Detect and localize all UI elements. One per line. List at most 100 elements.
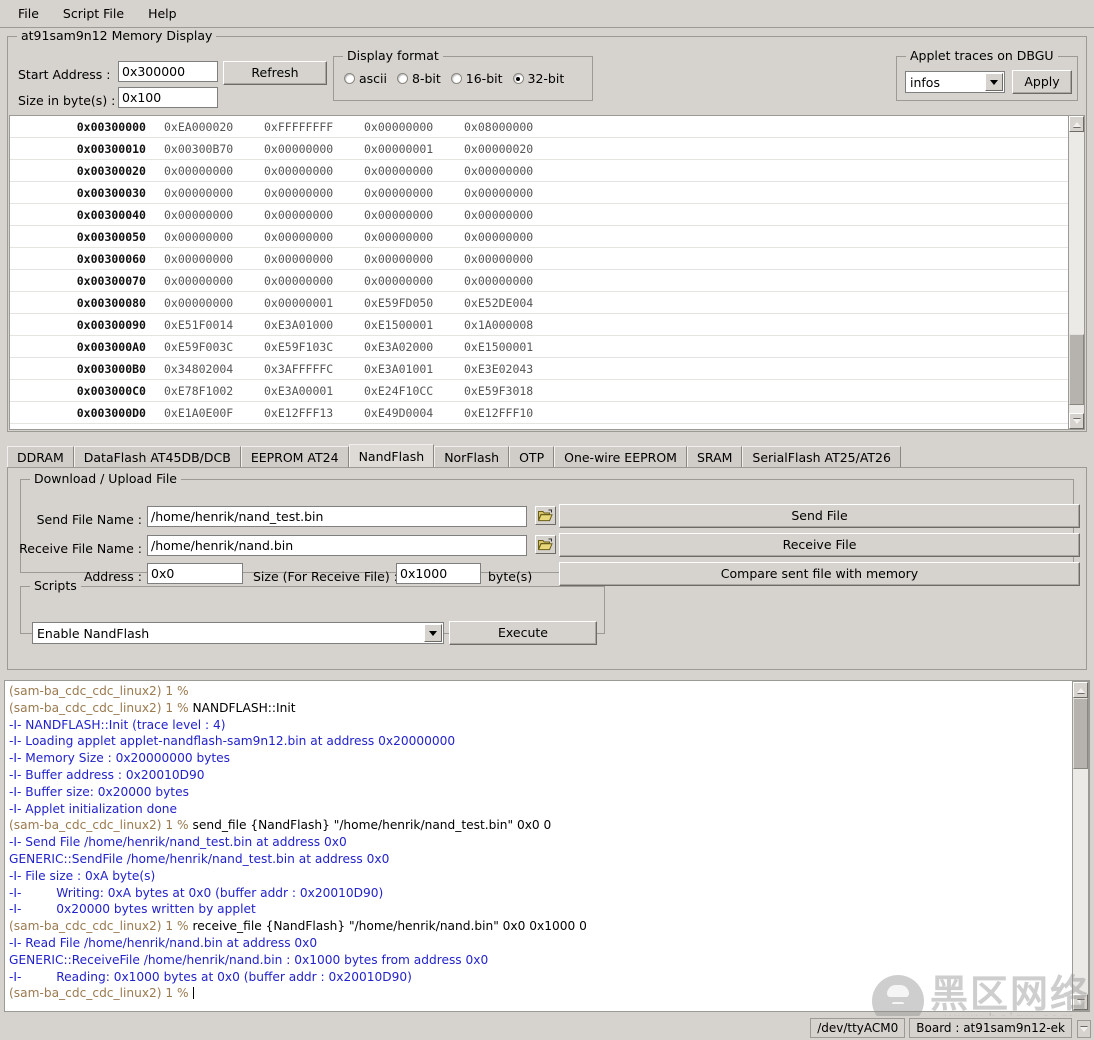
memory-cell: 0x00000001 <box>364 141 434 156</box>
start-address-input[interactable] <box>118 61 218 82</box>
radio-ascii[interactable]: ascii <box>340 71 391 86</box>
tab-dataflash-at45db-dcb[interactable]: DataFlash AT45DB/DCB <box>73 446 241 468</box>
execute-button[interactable]: Execute <box>449 621 597 645</box>
scroll-down-icon[interactable] <box>1073 994 1088 1010</box>
scroll-up-icon[interactable] <box>1069 116 1084 132</box>
chevron-down-icon[interactable] <box>424 624 442 642</box>
memory-table: 0x00300000 0xEA000020 0xFFFFFFFF 0x00000000… <box>9 115 1068 430</box>
memory-cell: 0x00000000 <box>364 119 434 134</box>
address-input[interactable] <box>147 563 243 584</box>
chevron-down-icon[interactable] <box>985 73 1003 91</box>
browse-receive-file-icon[interactable] <box>535 535 556 554</box>
size-input[interactable] <box>118 87 218 108</box>
memory-cell: 0x00000000 <box>164 163 234 178</box>
memory-cell: 0x00000000 <box>264 185 334 200</box>
receive-file-input[interactable] <box>147 535 527 556</box>
console-line: (sam-ba_cdc_cdc_linux2) 1 % NANDFLASH::I… <box>9 700 1068 717</box>
status-bar: /dev/ttyACM0 Board : at91sam9n12-ek <box>0 1016 1094 1040</box>
tab-nandflash[interactable]: NandFlash <box>348 444 435 468</box>
memory-cell: 0xE3A01000 <box>264 317 334 332</box>
memory-table-row: 0x00300080 0x00000000 0x00000001 0xE59FD050… <box>10 292 1068 314</box>
tab-ddram[interactable]: DDRAM <box>7 446 74 468</box>
radio-8bit[interactable]: 8-bit <box>393 71 445 86</box>
memory-cell: 0x00000000 <box>264 163 334 178</box>
tab-one-wire-eeprom[interactable]: One-wire EEPROM <box>554 446 687 468</box>
menu-help[interactable]: Help <box>138 2 187 25</box>
memory-table-row: 0x00300030 0x00000000 0x00000000 0x00000000… <box>10 182 1068 204</box>
scroll-down-icon[interactable] <box>1069 413 1084 429</box>
memory-cell: 0xE3A01001 <box>364 361 434 376</box>
memory-table-wrapper: 0x00300000 0xEA000020 0xFFFFFFFF 0x00000000… <box>9 115 1085 430</box>
menu-file[interactable]: File <box>8 2 49 25</box>
memory-table-row: 0x003000A0 0xE59F003C 0xE59F103C 0xE3A02000… <box>10 336 1068 358</box>
memory-cell: 0x00300B70 <box>164 141 234 156</box>
tab-eeprom-at24[interactable]: EEPROM AT24 <box>240 446 349 468</box>
console-line: -I- Applet initialization done <box>9 801 178 816</box>
radio-16bit[interactable]: 16-bit <box>447 71 507 86</box>
console-command: NANDFLASH::Init <box>192 700 296 715</box>
apply-button[interactable]: Apply <box>1012 70 1072 94</box>
console-line: -I- NANDFLASH::Init (trace level : 4) <box>9 717 226 732</box>
console-line: (sam-ba_cdc_cdc_linux2) 1 % <box>9 985 1068 1002</box>
memory-table-row: 0x003000D0 0xE1A0E00F 0xE12FFF13 0xE49D0004… <box>10 402 1068 424</box>
memory-cell: 0xE52DE004 <box>464 295 534 310</box>
display-format-options: ascii 8-bit 16-bit 32-bit <box>334 57 592 100</box>
console-scroll-track[interactable] <box>1073 698 1088 994</box>
send-file-input[interactable] <box>147 506 527 527</box>
memory-scroll-track[interactable] <box>1069 132 1084 413</box>
tab-otp[interactable]: OTP <box>509 446 555 468</box>
memory-row-address: 0x00300030 <box>76 185 146 200</box>
console-output[interactable]: (sam-ba_cdc_cdc_linux2) 1 % (sam-ba_cdc_… <box>5 681 1072 1011</box>
dbgu-trace-select[interactable]: infos <box>905 71 1005 93</box>
memory-cell: 0xE59F103C <box>264 339 334 354</box>
memory-cell: 0xE1A0E00F <box>164 405 234 420</box>
memory-row-address: 0x003000A0 <box>76 339 146 354</box>
receive-size-label: Size (For Receive File) : <box>253 569 398 584</box>
tab-sram[interactable]: SRAM <box>686 446 743 468</box>
console-line: (sam-ba_cdc_cdc_linux2) 1 % receive_file… <box>9 918 1068 935</box>
folder-open-icon <box>538 509 553 522</box>
resize-grip-icon[interactable] <box>1077 1020 1091 1038</box>
memory-display-panel: at91sam9n12 Memory Display Start Address… <box>7 29 1087 432</box>
send-file-button[interactable]: Send File <box>559 504 1080 528</box>
memory-table-row: 0x00300020 0x00000000 0x00000000 0x00000000… <box>10 160 1068 182</box>
script-select[interactable]: Enable NandFlash <box>32 622 444 644</box>
memory-cell: 0xE49D0004 <box>364 405 434 420</box>
tab-serialflash-at25-at26[interactable]: SerialFlash AT25/AT26 <box>742 446 901 468</box>
memory-cell: 0xFFFFFFFF <box>264 119 334 134</box>
memory-cell: 0x00000000 <box>264 207 334 222</box>
receive-size-input[interactable] <box>396 563 481 584</box>
tab-norflash[interactable]: NorFlash <box>434 446 510 468</box>
compare-file-button[interactable]: Compare sent file with memory <box>559 562 1080 586</box>
memory-cell: 0x00000000 <box>264 251 334 266</box>
memory-cell: 0x00000000 <box>464 163 534 178</box>
memory-row-address: 0x00300080 <box>76 295 146 310</box>
memory-row-address: 0x003000B0 <box>76 361 146 376</box>
radio-32bit[interactable]: 32-bit <box>509 71 569 86</box>
memory-cell: 0xE3E02043 <box>464 361 534 376</box>
console-scrollbar[interactable] <box>1072 681 1089 1011</box>
menu-script-file[interactable]: Script File <box>53 2 134 25</box>
scroll-up-icon[interactable] <box>1073 682 1088 698</box>
console-prompt: (sam-ba_cdc_cdc_linux2) 1 % <box>9 818 193 833</box>
send-file-label: Send File Name : <box>36 512 142 527</box>
console-line: -I- Read File /home/henrik/nand.bin at a… <box>9 935 318 950</box>
console-line: (sam-ba_cdc_cdc_linux2) 1 % send_file {N… <box>9 817 1068 834</box>
console-scroll-thumb[interactable] <box>1073 698 1088 770</box>
radio-16bit-label: 16-bit <box>465 71 503 86</box>
memory-row-address: 0x00300090 <box>76 317 146 332</box>
browse-send-file-icon[interactable] <box>535 506 556 525</box>
console-line: -I- Loading applet applet-nandflash-sam9… <box>9 734 456 749</box>
memory-cell: 0x00000000 <box>164 251 234 266</box>
memory-cell: 0xE3A00001 <box>264 383 334 398</box>
refresh-button[interactable]: Refresh <box>223 61 327 85</box>
memory-cell: 0x00000000 <box>364 185 434 200</box>
receive-file-button[interactable]: Receive File <box>559 533 1080 557</box>
console-line: (sam-ba_cdc_cdc_linux2) 1 % <box>9 683 1068 700</box>
memory-table-scrollbar[interactable] <box>1068 115 1085 430</box>
memory-scroll-thumb[interactable] <box>1069 334 1084 405</box>
memory-row-address: 0x00300000 <box>76 119 146 134</box>
memory-controls: Start Address : Size in byte(s) : Refres… <box>8 37 1086 115</box>
status-board: Board : at91sam9n12-ek <box>909 1018 1072 1038</box>
radio-dot-icon <box>344 73 355 84</box>
